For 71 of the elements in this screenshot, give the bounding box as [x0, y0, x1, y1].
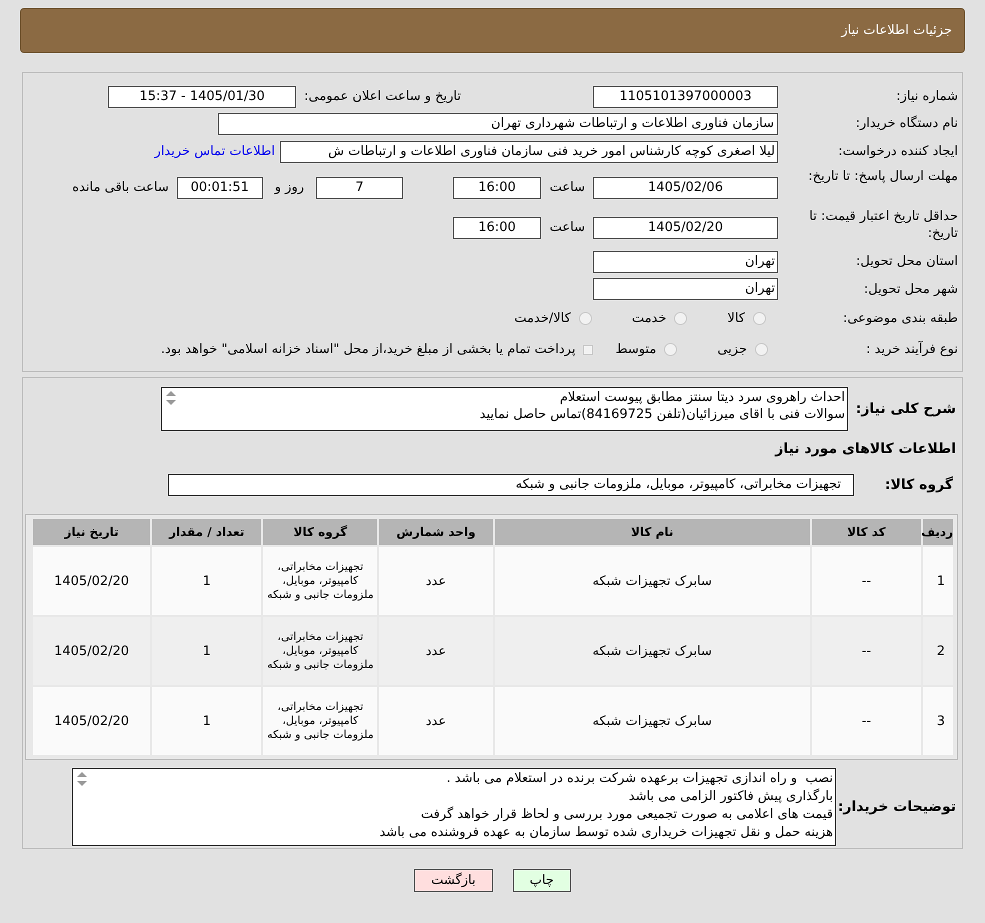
table-cell: 3: [922, 686, 954, 756]
column-header: ردیف: [922, 518, 954, 546]
column-header: کد کالا: [810, 518, 922, 546]
need-number-field: 1105101397000003: [593, 86, 778, 108]
city-field: تهران: [593, 278, 778, 300]
field-label: نام دستگاه خریدار:: [854, 115, 958, 132]
option-label: متوسط: [615, 340, 656, 359]
text-line: قیمت های اعلامی به صورت تجمیعی مورد بررسی و لحاظ قرار خواهد گرفت: [420, 806, 833, 824]
days-field: 7: [316, 177, 403, 199]
page-title: جزئیات اطلاعات نیاز: [841, 22, 952, 40]
date-field: 1405/02/06: [593, 177, 778, 199]
field-label: ساعت: [548, 219, 585, 238]
table-cell: 1: [922, 546, 954, 616]
product-group-field: تجهیزات مخابراتی، کامپیوتر، موبایل، ملزومات جانبی و شبکه: [168, 474, 854, 496]
text-line: نصب و راه اندازی تجهیزات برعهده شرکت برنده در استعلام می باشد .: [446, 770, 833, 788]
column-header: واحد شمارش: [378, 518, 494, 546]
table-cell: 1405/02/20: [32, 686, 152, 756]
table-cell: تجهیزات مخابراتی، کامپیوتر، موبایل، ملزومات جانبی و شبکه: [262, 686, 378, 756]
buyer-contact-link[interactable]: اطلاعات تماس خریدار: [154, 142, 275, 162]
column-header: تعداد / مقدار: [151, 518, 262, 546]
field-label: ساعت: [548, 179, 585, 198]
announce-date-field: 1405/01/30 - 15:37: [108, 86, 296, 108]
option-label: کالا: [727, 310, 745, 328]
radio-button[interactable]: [578, 312, 592, 325]
radio-button[interactable]: [755, 343, 768, 356]
table-cell: 1: [151, 686, 262, 756]
radio-button[interactable]: [753, 312, 766, 325]
table-cell: 2: [922, 616, 954, 686]
section-heading: اطلاعات کالاهای مورد نیاز: [774, 440, 956, 459]
option-label: کالا/خدمت: [514, 310, 571, 328]
requester-field: لیلا اصغری کوچه کارشناس امور خرید فنی سازمان فناوری اطلاعات و ارتباطات ش: [280, 140, 778, 162]
field-label: مهلت ارسال پاسخ: تا تاریخ:: [807, 168, 958, 185]
field-label: استان محل تحویل:: [855, 253, 958, 270]
print-button[interactable]: چاپ: [512, 869, 571, 892]
scroll-arrows-icon[interactable]: [76, 771, 88, 787]
text-line: سوالات فنی با اقای میرزائیان(تلفن 84169725)تماس حاصل نمایید: [478, 406, 845, 423]
field-label: روز و: [274, 179, 304, 198]
field-label: طبقه بندی موضوعی:: [842, 310, 958, 327]
column-header: تاریخ نیاز: [32, 518, 152, 546]
radio-button[interactable]: [664, 343, 678, 356]
time-field: 16:00: [453, 177, 541, 199]
field-label: شهر محل تحویل:: [862, 280, 958, 298]
remaining-time-field: 00:01:51: [176, 177, 263, 199]
buyer-field: سازمان فناوری اطلاعات و ارتباطات شهرداری تهران: [218, 112, 778, 134]
table-cell: --: [810, 686, 922, 756]
field-label: حداقل تاریخ اعتبار قیمت: تا تاریخ:: [808, 208, 958, 242]
scroll-arrows-icon[interactable]: [165, 390, 177, 406]
option-label: پرداخت تمام یا بخشی از مبلغ خرید،از محل "اسناد خزانه اسلامی" خواهد بود.: [160, 340, 576, 359]
text-line: بارگذاری پیش فاکتور الزامی می باشد: [628, 788, 833, 806]
back-button[interactable]: بازگشت: [414, 869, 493, 892]
date-field: 1405/02/20: [593, 217, 778, 239]
radio-button[interactable]: [674, 312, 688, 325]
checkbox[interactable]: [583, 344, 594, 354]
province-field: تهران: [593, 250, 778, 272]
field-label: ایجاد کننده درخواست:: [837, 143, 958, 160]
field-label: شماره نیاز:: [895, 88, 958, 105]
table-cell: سابرک تجهیزات شبکه: [494, 686, 811, 756]
field-label: گروه کالا:: [884, 475, 954, 494]
text-line: هزینه حمل و نقل تجهیزات خریداری شده توسط سازمان به عهده فروشنده می باشد: [378, 824, 833, 842]
field-label: شرح کلی نیاز:: [854, 400, 956, 418]
option-label: جزیی: [717, 340, 747, 359]
column-header: گروه کالا: [262, 518, 378, 546]
table-cell: عدد: [378, 686, 494, 756]
text-line: احداث راهروی سرد دیتا سنتز مطابق پیوست استعلام: [558, 389, 845, 406]
field-label: توضیحات خریدار:: [836, 798, 956, 816]
option-label: خدمت: [632, 310, 666, 328]
field-label: ساعت باقی مانده: [72, 179, 169, 198]
column-header: نام کالا: [494, 518, 811, 546]
field-label: تاریخ و ساعت اعلان عمومی:: [304, 88, 461, 106]
field-label: نوع فرآیند خرید :: [865, 341, 958, 358]
time-field: 16:00: [453, 217, 541, 239]
